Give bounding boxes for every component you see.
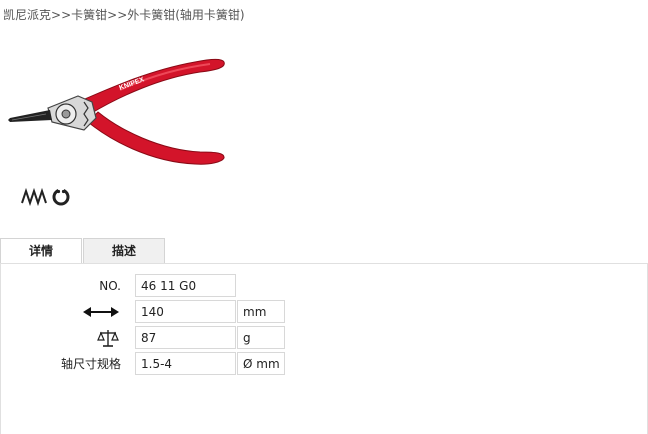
spec-label-shaft-cell: 轴尺寸规格 [1, 352, 121, 376]
breadcrumb-item-category[interactable]: 卡簧钳 [71, 8, 107, 22]
spec-label-shaft-size: 轴尺寸规格 [60, 357, 121, 371]
length-arrow-icon [83, 307, 119, 317]
spec-label-number-cell: NO. [1, 274, 121, 298]
pliers-image: KNIPEX [8, 58, 225, 165]
breadcrumb-separator: >> [51, 8, 72, 22]
ring-icon [52, 188, 70, 206]
spec-value-number: 46 11 G0 [135, 274, 236, 297]
breadcrumb-item-brand[interactable]: 凯尼派克 [3, 8, 51, 22]
spec-label-length-cell [1, 300, 121, 324]
spec-unit-length: mm [237, 300, 285, 323]
breadcrumb-separator: >> [107, 8, 128, 22]
spec-value-length: 140 [135, 300, 236, 323]
breadcrumb-item-subcategory[interactable]: 外卡簧钳(轴用卡簧钳) [127, 8, 244, 22]
spec-value-shaft-size: 1.5-4 [135, 352, 236, 375]
breadcrumb: 凯尼派克>>卡簧钳>>外卡簧钳(轴用卡簧钳) [3, 6, 245, 23]
spec-unit-shaft-size: Ø mm [237, 352, 285, 375]
spec-label-weight-cell [1, 326, 121, 350]
feature-icons [20, 185, 80, 213]
tab-bar: 详情 描述 [0, 238, 648, 265]
tab-details[interactable]: 详情 [0, 238, 82, 265]
spring-icon [21, 187, 47, 207]
spec-value-weight: 87 [135, 326, 236, 349]
details-panel: NO. 46 11 G0 140 mm 87 g 轴尺寸规格 1.5-4 Ø m… [0, 263, 648, 434]
scale-weight-icon [97, 330, 119, 347]
product-image: KNIPEX [0, 40, 240, 184]
spec-unit-weight: g [237, 326, 285, 349]
spec-label-number: NO. [99, 279, 121, 293]
tab-description[interactable]: 描述 [83, 238, 165, 264]
